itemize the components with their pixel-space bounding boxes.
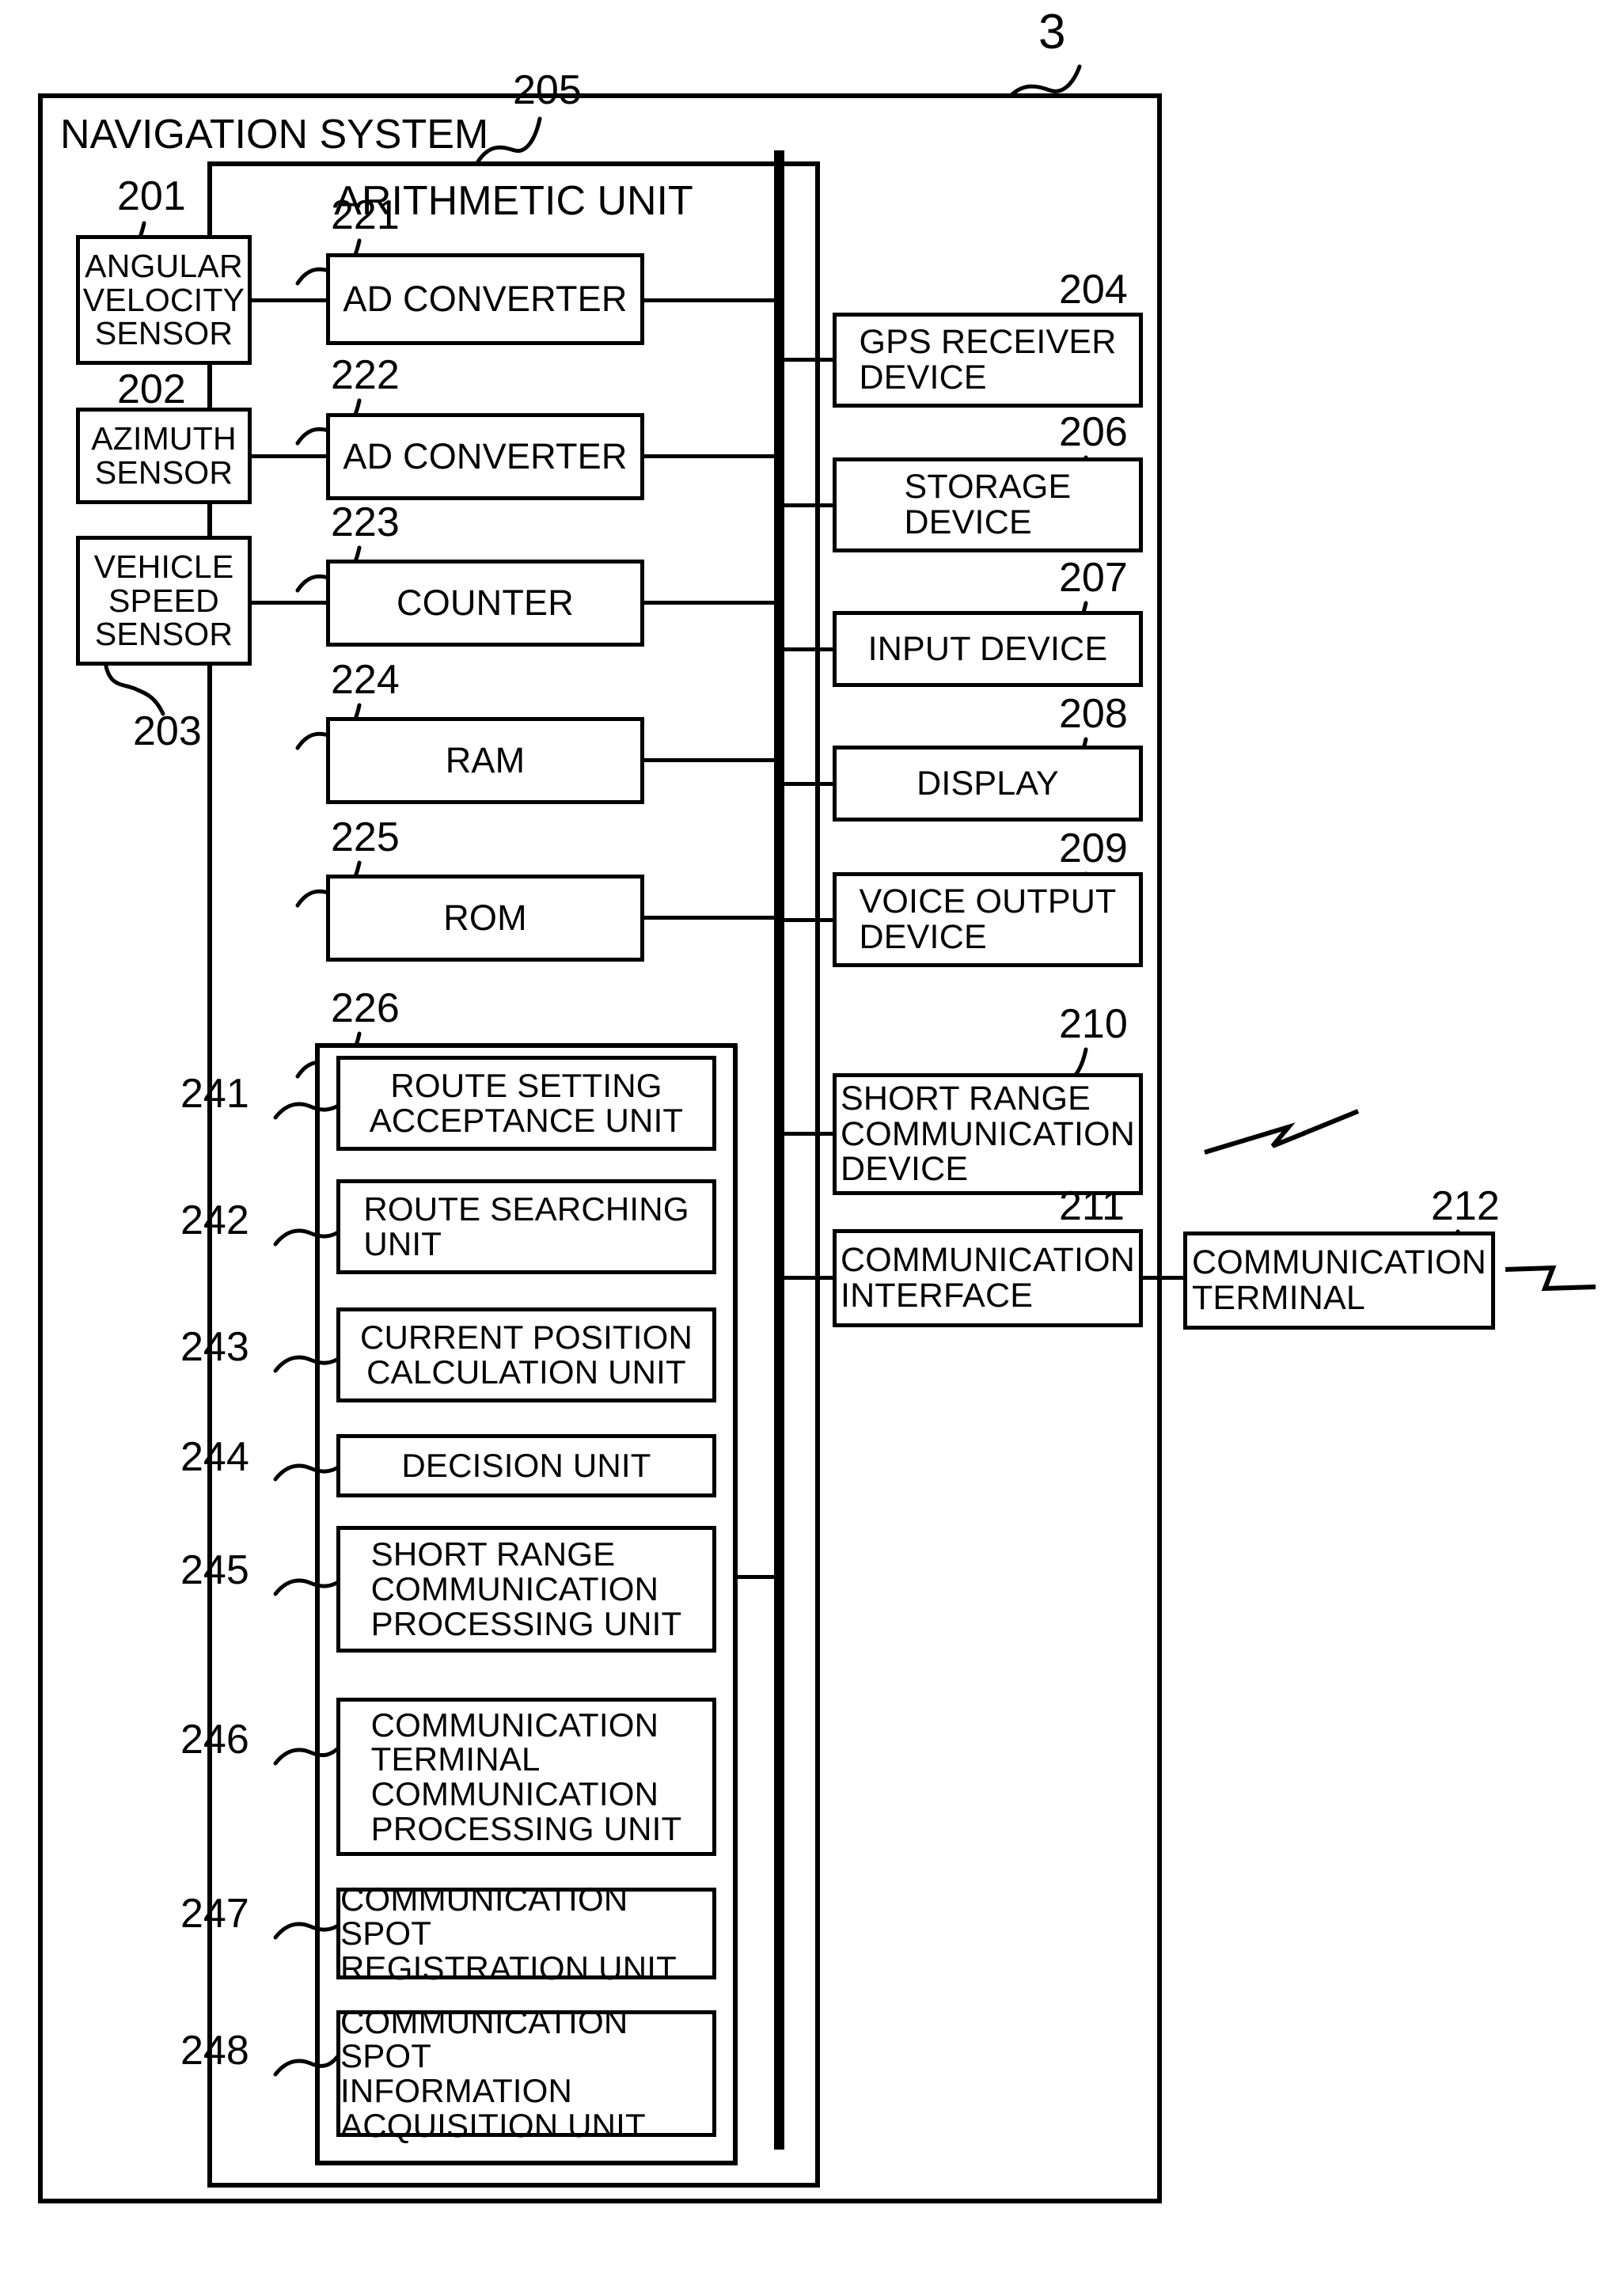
ref-numeral-203: 203 xyxy=(133,708,202,754)
communication-interface-label: COMMUNICATION INTERFACE xyxy=(840,1241,1136,1315)
decision-unit-label: DECISION UNIT xyxy=(401,1447,651,1485)
communication-terminal-box[interactable]: COMMUNICATION TERMINAL xyxy=(1183,1231,1495,1330)
ref-numeral-244: 244 xyxy=(180,1434,249,1480)
gps-receiver-device-box[interactable]: GPS RECEIVER DEVICE xyxy=(833,313,1143,408)
ref-numeral-241: 241 xyxy=(180,1071,249,1117)
ref-numeral-243: 243 xyxy=(180,1324,249,1370)
wire-211-to-212 xyxy=(1143,1276,1187,1280)
wire-bus-to-211 xyxy=(774,1276,834,1280)
wire-bus-to-204 xyxy=(774,358,834,362)
route-setting-acceptance-unit-box[interactable]: ROUTE SETTING ACCEPTANCE UNIT xyxy=(336,1056,716,1151)
ram-box[interactable]: RAM xyxy=(326,717,644,804)
radio-wave-bolt-icon-212 xyxy=(1505,1265,1596,1292)
ref-numeral-245: 245 xyxy=(180,1547,249,1593)
wire-203-to-223 xyxy=(252,601,328,605)
storage-device-label: STORAGE DEVICE xyxy=(904,468,1072,541)
wire-cpu-to-bus xyxy=(738,1575,777,1579)
wire-224-to-bus xyxy=(644,758,777,762)
communication-terminal-communication-processing-unit-label: COMMUNICATION TERMINAL COMMUNICATION PRO… xyxy=(370,1706,682,1847)
communication-terminal-label: COMMUNICATION TERMINAL xyxy=(1191,1243,1487,1317)
wire-223-to-bus xyxy=(644,601,777,605)
decision-unit-box[interactable]: DECISION UNIT xyxy=(336,1434,716,1497)
wire-bus-to-210 xyxy=(774,1132,834,1136)
ram-label: RAM xyxy=(445,739,526,780)
ad-converter-2-label: AD CONVERTER xyxy=(343,435,628,476)
short-range-communication-processing-unit-label: SHORT RANGE COMMUNICATION PROCESSING UNI… xyxy=(370,1535,682,1642)
azimuth-sensor-box[interactable]: AZIMUTH SENSOR xyxy=(76,408,252,504)
current-position-calculation-unit-box[interactable]: CURRENT POSITION CALCULATION UNIT xyxy=(336,1307,716,1402)
route-searching-unit-box[interactable]: ROUTE SEARCHING UNIT xyxy=(336,1179,716,1274)
communication-spot-information-acquisition-unit-label: COMMUNICATION SPOT INFORMATION ACQUISITI… xyxy=(340,2002,646,2144)
rom-label: ROM xyxy=(443,897,527,938)
communication-spot-information-acquisition-unit-box[interactable]: COMMUNICATION SPOT INFORMATION ACQUISITI… xyxy=(336,2004,716,2142)
input-device-box[interactable]: INPUT DEVICE xyxy=(833,611,1143,687)
rom-box[interactable]: ROM xyxy=(326,875,644,962)
ref-numeral-205: 205 xyxy=(513,67,582,113)
vehicle-speed-sensor-box[interactable]: VEHICLE SPEED SENSOR xyxy=(76,536,252,666)
short-range-communication-device-box[interactable]: SHORT RANGE COMMUNICATION DEVICE xyxy=(833,1073,1143,1195)
wire-201-to-221 xyxy=(252,298,328,302)
current-position-calculation-unit-label: CURRENT POSITION CALCULATION UNIT xyxy=(359,1319,693,1391)
vehicle-speed-sensor-label: VEHICLE SPEED SENSOR xyxy=(93,548,234,653)
ref-numeral-202: 202 xyxy=(117,366,186,412)
ad-converter-1-box[interactable]: AD CONVERTER xyxy=(326,253,644,345)
ad-converter-2-box[interactable]: AD CONVERTER xyxy=(326,413,644,500)
communication-spot-registration-unit-label: COMMUNICATION SPOT REGISTRATION UNIT xyxy=(340,1880,677,1987)
counter-box[interactable]: COUNTER xyxy=(326,560,644,647)
figure-canvas: 3 NAVIGATION SYSTEM ARITHMETIC UNIT 205 … xyxy=(0,0,1613,2296)
wire-bus-to-206 xyxy=(774,503,834,507)
wire-221-to-bus xyxy=(644,298,777,302)
input-device-label: INPUT DEVICE xyxy=(867,629,1108,668)
ref-numeral-201: 201 xyxy=(117,173,186,219)
wire-225-to-bus xyxy=(644,916,777,920)
display-label: DISPLAY xyxy=(917,764,1059,803)
wire-202-to-222 xyxy=(252,454,328,458)
route-setting-acceptance-unit-label: ROUTE SETTING ACCEPTANCE UNIT xyxy=(369,1067,684,1139)
storage-device-box[interactable]: STORAGE DEVICE xyxy=(833,457,1143,552)
wire-bus-to-208 xyxy=(774,782,834,786)
ref-numeral-242: 242 xyxy=(180,1197,249,1243)
internal-bus-line xyxy=(774,150,784,2150)
communication-spot-registration-unit-box[interactable]: COMMUNICATION SPOT REGISTRATION UNIT xyxy=(336,1881,716,1985)
ref-numeral-247: 247 xyxy=(180,1891,249,1937)
gps-receiver-device-label: GPS RECEIVER DEVICE xyxy=(859,323,1117,397)
communication-interface-box[interactable]: COMMUNICATION INTERFACE xyxy=(833,1229,1143,1327)
short-range-communication-processing-unit-box[interactable]: SHORT RANGE COMMUNICATION PROCESSING UNI… xyxy=(336,1526,716,1653)
ref-numeral-246: 246 xyxy=(180,1717,249,1763)
wire-bus-to-209 xyxy=(774,918,834,922)
azimuth-sensor-label: AZIMUTH SENSOR xyxy=(91,420,237,491)
arithmetic-unit-title: ARITHMETIC UNIT xyxy=(334,178,693,224)
angular-velocity-sensor-box[interactable]: ANGULAR VELOCITY SENSOR xyxy=(76,235,252,365)
short-range-communication-device-label: SHORT RANGE COMMUNICATION DEVICE xyxy=(840,1079,1136,1189)
wire-222-to-bus xyxy=(644,454,777,458)
wire-bus-to-207 xyxy=(774,647,834,651)
voice-output-device-label: VOICE OUTPUT DEVICE xyxy=(859,882,1117,956)
voice-output-device-box[interactable]: VOICE OUTPUT DEVICE xyxy=(833,872,1143,967)
angular-velocity-sensor-label: ANGULAR VELOCITY SENSOR xyxy=(82,248,245,352)
communication-terminal-communication-processing-unit-box[interactable]: COMMUNICATION TERMINAL COMMUNICATION PRO… xyxy=(336,1698,716,1856)
lead-line-205 xyxy=(476,116,542,164)
display-box[interactable]: DISPLAY xyxy=(833,746,1143,822)
navigation-system-title: NAVIGATION SYSTEM xyxy=(60,112,489,157)
counter-label: COUNTER xyxy=(397,582,574,623)
route-searching-unit-label: ROUTE SEARCHING UNIT xyxy=(363,1190,689,1262)
ad-converter-1-label: AD CONVERTER xyxy=(343,278,628,319)
radio-wave-bolt-icon-210 xyxy=(1204,1109,1360,1155)
ref-numeral-248: 248 xyxy=(180,2028,249,2074)
